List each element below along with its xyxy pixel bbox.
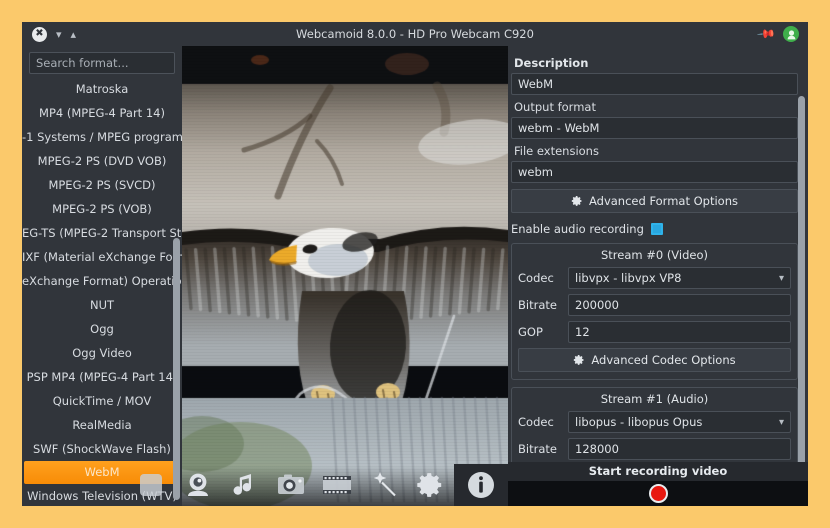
close-icon[interactable]: ✖: [32, 26, 47, 42]
gear-icon: [571, 195, 583, 207]
stream-audio-codec-row: Codec libopus - libopus Opus ▾: [518, 411, 791, 433]
format-item[interactable]: NUT: [22, 293, 182, 317]
format-item[interactable]: Ogg Video: [22, 341, 182, 365]
webcam-status-icon[interactable]: [783, 26, 799, 42]
stream-video-bitrate-label: Bitrate: [518, 298, 557, 312]
stream-video-bitrate-input[interactable]: 200000: [568, 294, 791, 316]
app-window: ✖ ▾ ▴ Webcamoid 8.0.0 - HD Pro Webcam C9…: [22, 22, 808, 506]
stream-audio-bitrate-row: Bitrate 128000: [518, 438, 791, 460]
format-item[interactable]: QuickTime / MOV: [22, 389, 182, 413]
output-format-field[interactable]: webm - WebM: [511, 117, 798, 139]
stream-video-title: Stream #0 (Video): [600, 248, 709, 262]
format-item[interactable]: MPEG-2 PS (VOB): [22, 197, 182, 221]
file-extensions-field[interactable]: webm: [511, 161, 798, 183]
window-title: Webcamoid 8.0.0 - HD Pro Webcam C920: [296, 27, 534, 41]
search-input[interactable]: [29, 52, 175, 74]
format-item[interactable]: Matroska: [22, 77, 182, 101]
record-button[interactable]: [648, 484, 668, 503]
description-field[interactable]: WebM: [511, 73, 798, 95]
settings-content: Description WebM Output format webm - We…: [508, 46, 808, 497]
start-recording-label: Start recording video: [588, 464, 728, 478]
format-item[interactable]: SWF (ShockWave Flash): [22, 437, 182, 461]
advanced-format-options-button[interactable]: Advanced Format Options: [511, 189, 798, 213]
format-item[interactable]: PSP MP4 (MPEG-4 Part 14): [22, 365, 182, 389]
video-frame-eagle: [182, 46, 508, 506]
format-item[interactable]: -1 Systems / MPEG program s: [22, 125, 182, 149]
stream-audio-codec-label: Codec: [518, 415, 554, 429]
stream-video-gop-row: GOP 12: [518, 321, 791, 343]
stream-video-advanced-codec-label: Advanced Codec Options: [591, 353, 736, 367]
format-item[interactable]: MP4 (MPEG-4 Part 14): [22, 101, 182, 125]
format-item[interactable]: Ogg: [22, 317, 182, 341]
window-controls-left: ✖ ▾ ▴: [22, 26, 77, 42]
settings-scrollbar-track[interactable]: [798, 96, 805, 480]
enable-audio-recording-label: Enable audio recording: [511, 222, 644, 236]
info-icon[interactable]: [453, 464, 508, 506]
magic-wand-icon[interactable]: [361, 465, 408, 505]
record-button-container: [508, 481, 808, 506]
output-format-label: Output format: [514, 100, 596, 114]
stream-video-gop-label: GOP: [518, 325, 543, 339]
title-bar: ✖ ▾ ▴ Webcamoid 8.0.0 - HD Pro Webcam C9…: [22, 22, 808, 46]
window-body: MatroskaMP4 (MPEG-4 Part 14)-1 Systems /…: [22, 46, 808, 506]
settings-scrollbar-thumb[interactable]: [798, 96, 805, 480]
stream-video-codec-label: Codec: [518, 271, 554, 285]
video-source-icon[interactable]: [128, 465, 175, 505]
format-item[interactable]: MPEG-2 PS (DVD VOB): [22, 149, 182, 173]
format-item[interactable]: eXchange Format) Operationa: [22, 269, 182, 293]
stream-video-codec-row: Codec libvpx - libvpx VP8 ▾: [518, 267, 791, 289]
record-bar: Start recording video: [508, 462, 808, 506]
stream-audio-bitrate-input[interactable]: 128000: [568, 438, 791, 460]
gear-icon[interactable]: [407, 465, 454, 505]
video-preview[interactable]: [182, 46, 508, 506]
chevron-down-icon: ▾: [778, 272, 784, 284]
format-item[interactable]: EG-TS (MPEG-2 Transport Stre: [22, 221, 182, 245]
film-strip-icon[interactable]: [314, 465, 361, 505]
chevron-down-icon[interactable]: ▾: [56, 29, 62, 40]
format-item[interactable]: MPEG-2 PS (SVCD): [22, 173, 182, 197]
stream-video-bitrate-row: Bitrate 200000: [518, 294, 791, 316]
webcam-icon[interactable]: [175, 465, 222, 505]
chevron-down-icon: ▾: [778, 416, 784, 428]
stream-audio-codec-select[interactable]: libopus - libopus Opus ▾: [568, 411, 791, 433]
format-item[interactable]: RealMedia: [22, 413, 182, 437]
pin-icon[interactable]: 📌: [756, 24, 776, 44]
stream-video-advanced-codec-button[interactable]: Advanced Codec Options: [518, 348, 791, 372]
chevron-up-icon[interactable]: ▴: [71, 29, 77, 40]
stream-video-group: Stream #0 (Video) Codec libvpx - libvpx …: [511, 243, 798, 380]
bottom-toolbar: [128, 464, 508, 506]
format-item[interactable]: IXF (Material eXchange Forma: [22, 245, 182, 269]
search-container: [22, 46, 182, 74]
sidebar-scrollbar-track[interactable]: [173, 238, 180, 500]
enable-audio-recording-row[interactable]: Enable audio recording: [511, 222, 800, 236]
stream-video-codec-select[interactable]: libvpx - libvpx VP8 ▾: [568, 267, 791, 289]
stream-audio-codec-value: libopus - libopus Opus: [575, 415, 703, 429]
advanced-format-options-label: Advanced Format Options: [588, 194, 738, 208]
camera-photo-icon[interactable]: [268, 465, 315, 505]
gear-icon: [573, 354, 585, 366]
format-sidebar: MatroskaMP4 (MPEG-4 Part 14)-1 Systems /…: [22, 46, 182, 506]
enable-audio-recording-checkbox[interactable]: [650, 223, 663, 235]
format-list[interactable]: Matroska MP4 (MPEG-4 Part 14) -1 Systems /…: [22, 77, 182, 506]
format-settings-panel: Description WebM Output format webm - We…: [508, 46, 808, 506]
audio-note-icon[interactable]: [221, 465, 268, 505]
stream-video-codec-value: libvpx - libvpx VP8: [575, 271, 682, 285]
sidebar-scrollbar-thumb[interactable]: [173, 238, 180, 500]
window-controls-right: 📌: [756, 22, 799, 46]
description-label: Description: [514, 56, 589, 70]
stream-audio-bitrate-label: Bitrate: [518, 442, 557, 456]
stream-video-gop-input[interactable]: 12: [568, 321, 791, 343]
stream-audio-title: Stream #1 (Audio): [600, 392, 709, 406]
file-extensions-label: File extensions: [514, 144, 599, 158]
